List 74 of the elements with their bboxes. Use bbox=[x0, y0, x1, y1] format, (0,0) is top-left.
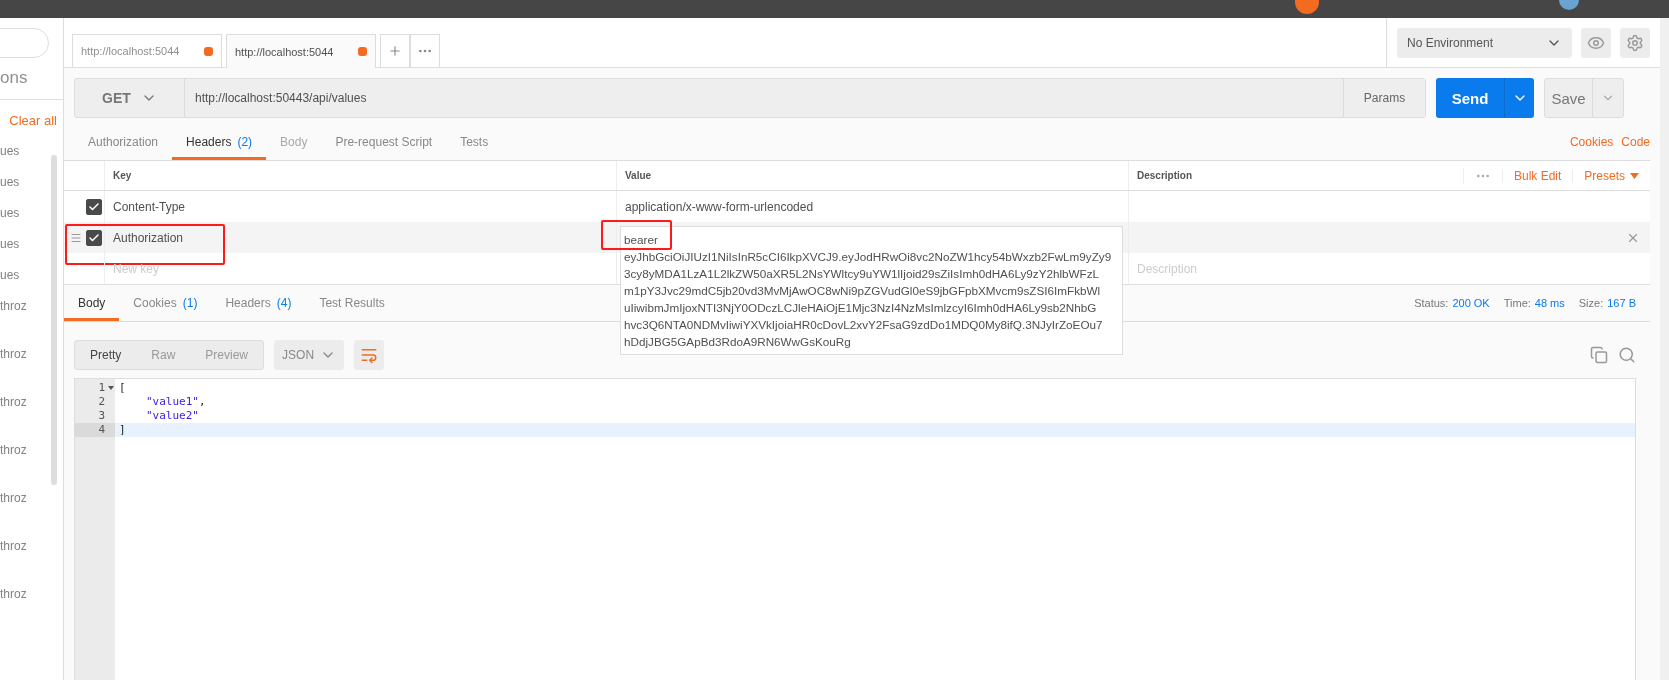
fold-icon[interactable] bbox=[108, 386, 114, 390]
history-item[interactable]: throz bbox=[0, 389, 63, 437]
line-number: 1 bbox=[75, 381, 115, 395]
clear-all-link[interactable]: Clear all bbox=[9, 100, 63, 138]
history-item[interactable]: throz bbox=[0, 293, 63, 341]
format-dropdown[interactable]: JSON bbox=[274, 340, 345, 370]
value-text-line: hvc3Q6NTA0NDMvIiwiYXVkIjoiaHR0cDovL2xvY2FsaG9zdDo1MDQ0My8ifQ.3NJyIrZoEOu7 bbox=[624, 317, 1103, 333]
app-logo-icon bbox=[1295, 0, 1319, 14]
view-mode-button[interactable]: Pretty bbox=[75, 341, 137, 369]
history-item[interactable]: ues bbox=[0, 200, 63, 231]
line-number: 3 bbox=[97, 409, 106, 423]
response-tab[interactable]: Test Results bbox=[305, 296, 399, 321]
column-header: Description bbox=[1137, 170, 1192, 181]
column-header: Key bbox=[113, 170, 132, 181]
response-stat: Time: 48 ms bbox=[1503, 297, 1565, 311]
response-tab[interactable]: Headers (4) bbox=[211, 296, 306, 321]
response-tab[interactable]: Body bbox=[64, 296, 120, 321]
line-number: 2 bbox=[97, 395, 106, 409]
value-text-line: m1pY3Jvc29mdC5jb20vd3MvMjAwOC8wNi9pZGVudGl0eS9jbGFpbXMvcm9sZSI6ImFkbWl bbox=[624, 283, 1101, 299]
response-tab[interactable]: Cookies (1) bbox=[119, 296, 212, 321]
request-section-tab[interactable]: Pre-request Script bbox=[321, 135, 447, 160]
search-icon[interactable] bbox=[1618, 346, 1636, 364]
more-tabs-button[interactable] bbox=[410, 34, 440, 67]
checkbox[interactable] bbox=[86, 198, 102, 215]
avatar-icon[interactable] bbox=[1559, 0, 1579, 10]
view-mode-button[interactable]: Preview bbox=[190, 341, 264, 369]
view-mode-button[interactable]: Raw bbox=[136, 341, 191, 369]
response-stat: Size: 167 B bbox=[1578, 297, 1636, 311]
request-tab[interactable]: http://localhost:5044 bbox=[226, 34, 376, 68]
history-item[interactable]: ues bbox=[0, 231, 63, 262]
value-text-line: eyJhbGciOiJIUzI1NiIsInR5cCI6IkpXVCJ9.eyJodHRwOi8vc2NoZW1hcy54bWxzb2FwLm9yZy9 bbox=[624, 249, 1112, 265]
history-item[interactable]: throz bbox=[0, 533, 63, 581]
column-header: Value bbox=[625, 170, 652, 181]
value-text-line: hDdjJBG5GApBd3RdoA9RN6WwGsKouRg bbox=[624, 334, 851, 350]
request-section-tab[interactable]: Tests bbox=[446, 135, 503, 160]
settings-icon[interactable] bbox=[1620, 27, 1650, 58]
header-value[interactable]: application/x-www-form-urlencoded bbox=[625, 199, 814, 214]
request-tab[interactable]: http://localhost:5044 bbox=[72, 34, 222, 67]
code-line: "value2" bbox=[145, 409, 200, 423]
eye-icon[interactable] bbox=[1581, 27, 1611, 58]
code-line: "value1", bbox=[145, 395, 207, 409]
history-item[interactable]: throz bbox=[0, 485, 63, 533]
plus-icon bbox=[388, 44, 402, 58]
header-key[interactable]: Authorization bbox=[113, 230, 184, 245]
panel-link[interactable]: Code bbox=[1621, 135, 1650, 160]
new-tab-button[interactable] bbox=[380, 34, 410, 67]
environment-dropdown[interactable]: No Environment bbox=[1397, 27, 1572, 58]
history-item[interactable]: throz bbox=[0, 437, 63, 485]
history-item[interactable]: ues bbox=[0, 138, 63, 169]
value-text-line: 3cy8yMDA1LzA1L2lkZW50aXR5L2NsYWltcy9uYW1lIjoid29sZiIsImh0dHA6Ly9zY2hlbWFzL bbox=[624, 266, 1100, 282]
history-item[interactable]: throz bbox=[0, 581, 63, 629]
presets-dropdown[interactable]: Presets bbox=[1572, 168, 1650, 183]
highlight-frame bbox=[601, 220, 672, 250]
value-editor-popup[interactable] bbox=[620, 226, 1123, 355]
check-icon bbox=[88, 231, 100, 244]
value-text-line: uIiwibmJmIjoxNTI3NjY0ODczLCJleHAiOjE1Mjc3NzI4NzMsImlzcyI6Imh0dHA6Ly9sb2NhbG bbox=[624, 300, 1097, 316]
header-key[interactable]: Content-Type bbox=[113, 199, 186, 214]
history-item[interactable]: ues bbox=[0, 169, 63, 200]
wrap-icon[interactable] bbox=[354, 340, 385, 370]
history-item[interactable]: ues bbox=[0, 262, 63, 293]
caret-icon bbox=[1630, 172, 1639, 179]
bulk-edit-link[interactable]: Bulk Edit bbox=[1501, 168, 1573, 183]
checkbox[interactable] bbox=[86, 229, 102, 246]
response-stat: Status: 200 OK bbox=[1414, 297, 1490, 311]
drag-handle-icon[interactable] bbox=[70, 231, 82, 244]
copy-icon[interactable] bbox=[1590, 346, 1608, 364]
line-number: 4 bbox=[75, 423, 115, 437]
sidebar-heading: ons bbox=[0, 58, 63, 100]
panel-link[interactable]: Cookies bbox=[1569, 135, 1614, 160]
check-icon bbox=[88, 200, 100, 213]
code-line: [ bbox=[118, 381, 127, 395]
history-item[interactable]: throz bbox=[0, 341, 63, 389]
request-section-tab[interactable]: Authorization bbox=[74, 135, 173, 160]
value-text-line: bearer bbox=[624, 232, 658, 248]
